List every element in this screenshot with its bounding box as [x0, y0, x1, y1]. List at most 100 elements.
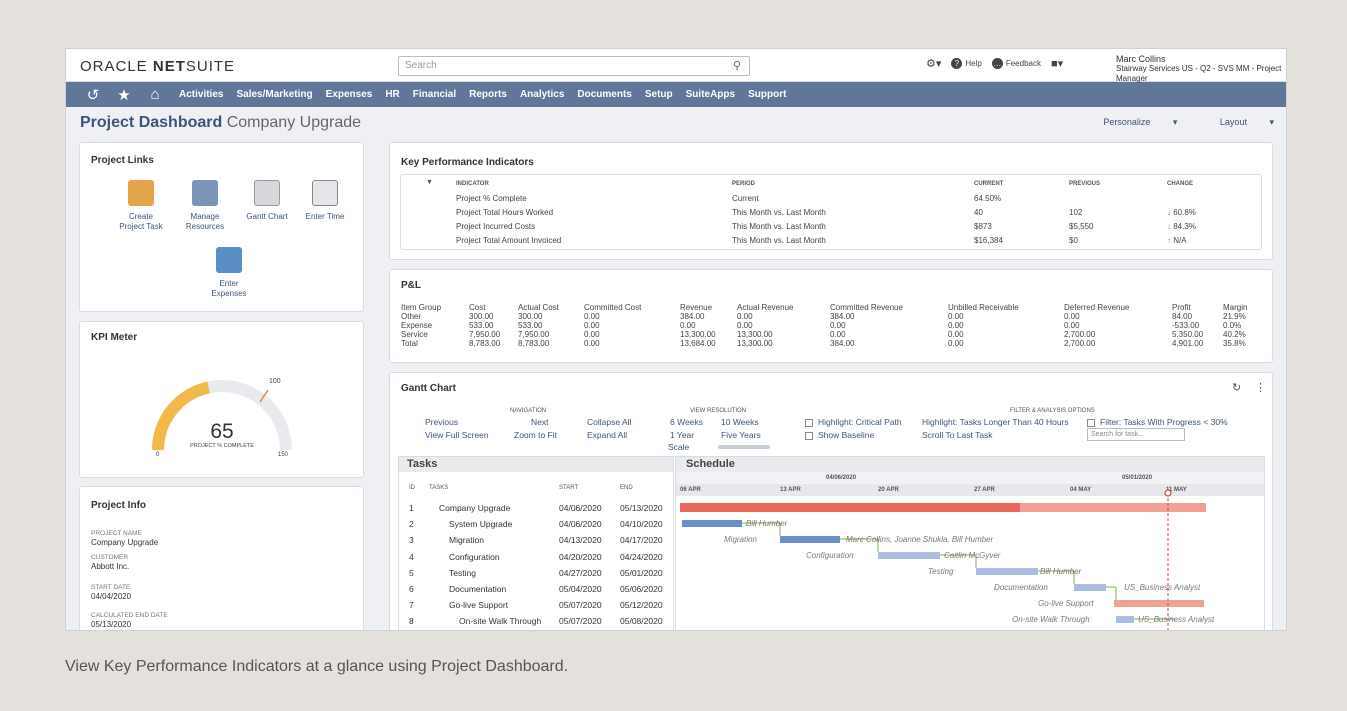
- task-start[interactable]: 05/07/2020: [559, 616, 602, 626]
- previous-button[interactable]: Previous: [425, 417, 458, 427]
- task-name[interactable]: System Upgrade: [449, 519, 512, 529]
- task-id[interactable]: 6: [409, 584, 414, 594]
- summary-bar-progress[interactable]: [680, 503, 1020, 512]
- pnl-cell: 0.00: [680, 321, 696, 330]
- enter-time-link[interactable]: Enter Time: [294, 180, 356, 222]
- nav-setup[interactable]: Setup: [645, 89, 673, 100]
- ten-weeks-button[interactable]: 10 Weeks: [721, 417, 759, 427]
- nav-support[interactable]: Support: [748, 89, 786, 100]
- pnl-col-header: Cost: [469, 303, 486, 312]
- six-weeks-button[interactable]: 6 Weeks: [670, 417, 703, 427]
- task-name[interactable]: Documentation: [449, 584, 506, 594]
- next-button[interactable]: Next: [531, 417, 548, 427]
- task-bar-onsite[interactable]: [1116, 616, 1134, 623]
- task-start[interactable]: 04/06/2020: [559, 519, 602, 529]
- task-start[interactable]: 04/27/2020: [559, 568, 602, 578]
- task-name[interactable]: Migration: [449, 535, 484, 545]
- user-menu[interactable]: Marc Collins Stairway Services US - Q2 -…: [1116, 54, 1286, 84]
- pnl-cell: 0.0%: [1223, 321, 1242, 330]
- global-search-input[interactable]: Search ⚲: [398, 56, 750, 76]
- zoom-to-fit-button[interactable]: Zoom to Fit: [514, 430, 557, 440]
- layout-button[interactable]: Layout ▾: [1200, 117, 1274, 127]
- nav-reports[interactable]: Reports: [469, 89, 507, 100]
- show-baseline-checkbox[interactable]: Show Baseline: [805, 430, 874, 440]
- home-icon[interactable]: ⌂: [148, 86, 162, 103]
- pnl-col-header: Profit: [1172, 303, 1191, 312]
- collapse-all-button[interactable]: Collapse All: [587, 417, 631, 427]
- task-id[interactable]: 4: [409, 552, 414, 562]
- full-screen-button[interactable]: View Full Screen: [425, 430, 489, 440]
- task-id[interactable]: 7: [409, 600, 414, 610]
- task-end[interactable]: 05/12/2020: [620, 600, 663, 610]
- task-end[interactable]: 04/10/2020: [620, 519, 663, 529]
- pnl-cell: 4,901.00: [1172, 339, 1204, 348]
- collapse-toggle-icon[interactable]: ▼: [426, 179, 433, 186]
- task-id[interactable]: 8: [409, 616, 414, 626]
- task-bar-migration[interactable]: [780, 536, 840, 543]
- task-id[interactable]: 2: [409, 519, 414, 529]
- recent-icon[interactable]: ↺: [86, 86, 100, 104]
- nav-suiteapps[interactable]: SuiteApps: [686, 89, 735, 100]
- task-start[interactable]: 04/13/2020: [559, 535, 602, 545]
- task-id[interactable]: 1: [409, 503, 414, 513]
- today-marker[interactable]: [1164, 489, 1172, 497]
- task-bar-documentation[interactable]: [1074, 584, 1106, 591]
- task-start[interactable]: 05/04/2020: [559, 584, 602, 594]
- task-end[interactable]: 05/08/2020: [620, 616, 663, 626]
- task-end[interactable]: 05/13/2020: [620, 503, 663, 513]
- task-name[interactable]: Configuration: [449, 552, 500, 562]
- task-end[interactable]: 05/06/2020: [620, 584, 663, 594]
- task-name[interactable]: Company Upgrade: [439, 503, 510, 513]
- role-icon[interactable]: ■▾: [1051, 57, 1063, 70]
- task-end[interactable]: 04/24/2020: [620, 552, 663, 562]
- nav-activities[interactable]: Activities: [179, 89, 223, 100]
- link-label: Enter: [219, 279, 239, 288]
- star-icon[interactable]: ★: [117, 86, 131, 104]
- netsuite-logo[interactable]: ORACLE NETSUITE: [80, 58, 235, 75]
- nav-financial[interactable]: Financial: [413, 89, 456, 100]
- highlight-critical-checkbox[interactable]: Highlight: Critical Path: [805, 417, 902, 427]
- pnl-cell: 533.00: [518, 321, 543, 330]
- gantt-chart-link[interactable]: Gantt Chart: [236, 180, 298, 222]
- project-links-portlet: Project Links Create Project Task Manage R…: [79, 142, 364, 312]
- one-year-button[interactable]: 1 Year: [670, 430, 694, 440]
- task-end[interactable]: 05/01/2020: [620, 568, 663, 578]
- task-search-input[interactable]: Search for task...: [1087, 428, 1185, 441]
- task-id[interactable]: 3: [409, 535, 414, 545]
- nav-expenses[interactable]: Expenses: [326, 89, 373, 100]
- more-options-icon[interactable]: ⋮: [1255, 381, 1266, 394]
- refresh-icon[interactable]: ↻: [1232, 381, 1241, 394]
- task-name[interactable]: Go-live Support: [449, 600, 508, 610]
- task-bar-system-upgrade[interactable]: [682, 520, 742, 527]
- search-icon[interactable]: ⚲: [733, 59, 741, 72]
- task-start[interactable]: 04/20/2020: [559, 552, 602, 562]
- nav-hr[interactable]: HR: [385, 89, 399, 100]
- task-name[interactable]: On-site Walk Through: [459, 616, 541, 626]
- task-bar-testing[interactable]: [976, 568, 1038, 575]
- enter-expenses-link[interactable]: Enter Expenses: [198, 247, 260, 299]
- scroll-to-last-task-button[interactable]: Scroll To Last Task: [922, 430, 993, 440]
- task-start[interactable]: 05/07/2020: [559, 600, 602, 610]
- manage-resources-link[interactable]: Manage Resources: [174, 180, 236, 232]
- task-id[interactable]: 5: [409, 568, 414, 578]
- task-start[interactable]: 04/06/2020: [559, 503, 602, 513]
- feedback-link[interactable]: … Feedback: [991, 58, 1041, 69]
- help-link[interactable]: ? Help: [951, 58, 982, 69]
- highlight-long-tasks-button[interactable]: Highlight: Tasks Longer Than 40 Hours: [922, 417, 1069, 427]
- task-bar-configuration[interactable]: [878, 552, 940, 559]
- personalize-button[interactable]: Personalize ▾: [1083, 117, 1177, 127]
- pnl-col-header: Revenue: [680, 303, 713, 312]
- kpi-current: 64.50%: [974, 194, 1002, 203]
- task-end[interactable]: 04/17/2020: [620, 535, 663, 545]
- expand-all-button[interactable]: Expand All: [587, 430, 627, 440]
- scale-slider[interactable]: [718, 445, 770, 449]
- five-years-button[interactable]: Five Years: [721, 430, 761, 440]
- filter-progress-checkbox[interactable]: Filter: Tasks With Progress < 30%: [1087, 417, 1228, 427]
- create-project-task-link[interactable]: Create Project Task: [110, 180, 172, 232]
- recent-records-icon[interactable]: ⚙▾: [926, 57, 941, 70]
- nav-sales-marketing[interactable]: Sales/Marketing: [236, 89, 312, 100]
- task-name[interactable]: Testing: [449, 568, 476, 578]
- task-bar-go-live[interactable]: [1114, 600, 1204, 607]
- nav-analytics[interactable]: Analytics: [520, 89, 564, 100]
- nav-documents[interactable]: Documents: [577, 89, 631, 100]
